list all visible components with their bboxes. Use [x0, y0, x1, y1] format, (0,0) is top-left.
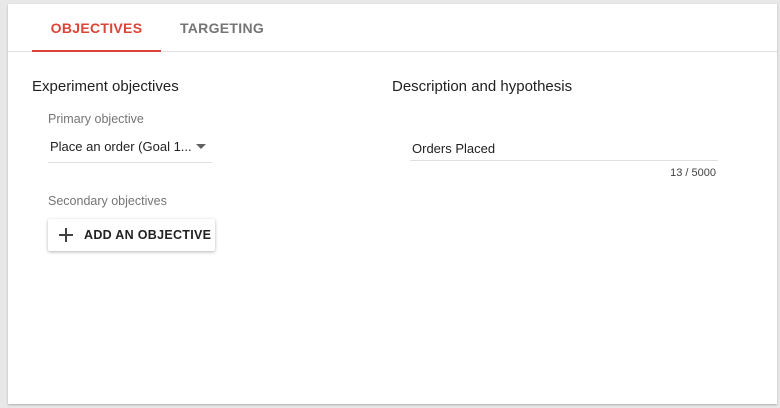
description-field	[410, 138, 718, 161]
tab-bar: OBJECTIVES TARGETING	[8, 4, 777, 52]
primary-objective-value: Place an order (Goal 1...	[50, 139, 192, 154]
experiment-card: OBJECTIVES TARGETING Experiment objectiv…	[8, 4, 777, 404]
tab-targeting-label: TARGETING	[179, 20, 265, 36]
dropdown-caret-icon	[196, 144, 206, 149]
tab-targeting[interactable]: TARGETING	[174, 4, 270, 51]
plus-icon	[58, 227, 74, 243]
tab-objectives-label: OBJECTIVES	[50, 20, 143, 36]
primary-objective-select[interactable]: Place an order (Goal 1...	[48, 136, 212, 163]
description-input[interactable]	[412, 138, 712, 158]
tab-objectives[interactable]: OBJECTIVES	[32, 4, 161, 52]
add-objective-button[interactable]: ADD AN OBJECTIVE	[48, 219, 215, 251]
secondary-objectives-label: Secondary objectives	[48, 194, 167, 208]
active-tab-indicator	[32, 50, 161, 52]
description-heading: Description and hypothesis	[392, 78, 573, 95]
add-objective-button-label: ADD AN OBJECTIVE	[84, 228, 212, 242]
primary-objective-label: Primary objective	[48, 112, 144, 126]
character-counter: 13 / 5000	[670, 167, 716, 179]
experiment-objectives-heading: Experiment objectives	[32, 78, 179, 95]
